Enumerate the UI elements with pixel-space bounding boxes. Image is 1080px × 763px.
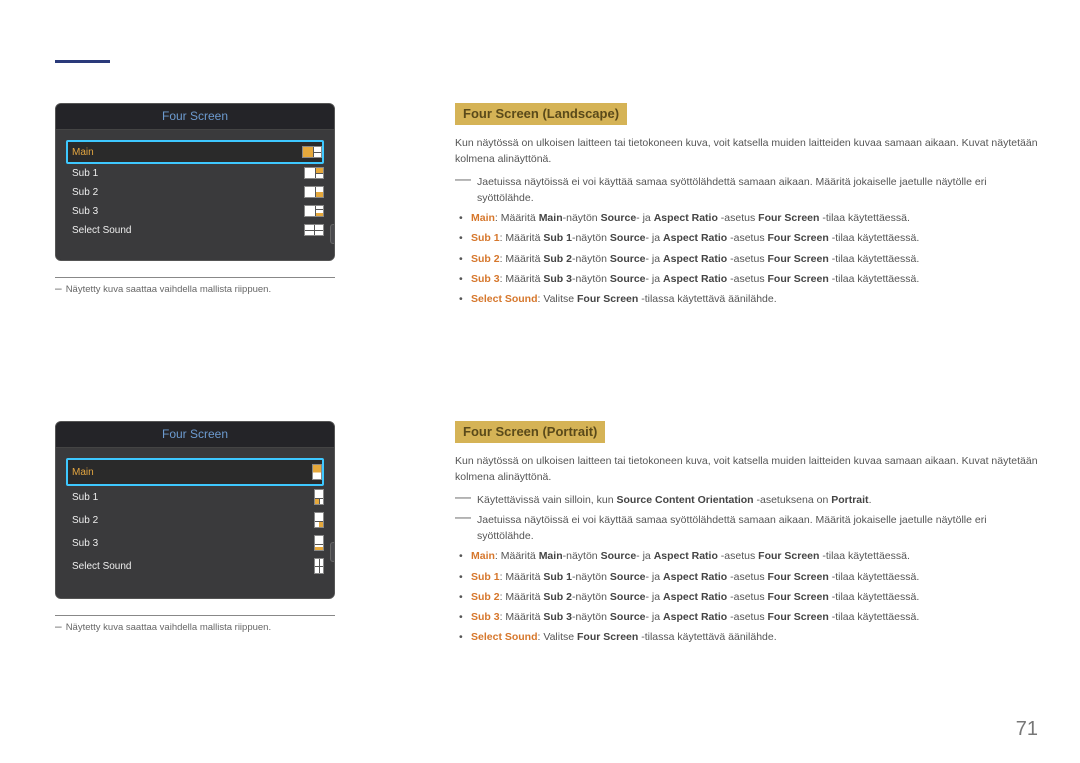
menu-label: Main: [72, 467, 302, 478]
note-dash-icon: ―: [455, 492, 471, 508]
section-heading-landscape: Four Screen (Landscape): [455, 103, 627, 125]
screenshot-caption: – Näytetty kuva saattaa vaihdella mallis…: [55, 284, 385, 296]
portrait-note: ― Jaetuissa näytöissä ei voi käyttää sam…: [455, 512, 1040, 545]
note-text: Jaetuissa näytöissä ei voi käyttää samaa…: [477, 512, 1040, 545]
menu-label: Main: [72, 147, 292, 158]
bullet-sub2: Sub 2: Määritä Sub 2-näytön Source- ja A…: [471, 251, 1040, 267]
bullet-main: Main: Määritä Main-näytön Source- ja Asp…: [471, 548, 1040, 564]
note-text: Käytettävissä vain silloin, kun Source C…: [477, 492, 871, 508]
screenshot-title: Four Screen: [56, 422, 334, 448]
section-heading-portrait: Four Screen (Portrait): [455, 421, 605, 443]
menu-label: Select Sound: [72, 225, 294, 236]
portrait-bullet-list: Main: Määritä Main-näytön Source- ja Asp…: [455, 548, 1040, 645]
screenshot-caption: – Näytetty kuva saattaa vaihdella mallis…: [55, 622, 385, 634]
note-dash-icon: ―: [455, 174, 471, 207]
menu-label: Sub 2: [72, 187, 294, 198]
menu-item-sub1[interactable]: Sub 1: [66, 486, 324, 509]
menu-item-select-sound[interactable]: Select Sound: [66, 555, 324, 578]
caption-dash: –: [55, 622, 62, 634]
bullet-sub3: Sub 3: Määritä Sub 3-näytön Source- ja A…: [471, 609, 1040, 625]
menu-item-sub3[interactable]: Sub 3: [66, 202, 324, 221]
screenshot-portrait: Four Screen Main Sub 1 Sub 2: [55, 421, 335, 599]
menu-item-sub1[interactable]: Sub 1: [66, 164, 324, 183]
bullet-select-sound: Select Sound: Valitse Four Screen -tilas…: [471, 629, 1040, 645]
menu-item-main[interactable]: Main: [66, 458, 324, 486]
screenshot-title: Four Screen: [56, 104, 334, 130]
portrait-intro: Kun näytössä on ulkoisen laitteen tai ti…: [455, 453, 1040, 486]
menu-label: Sub 1: [72, 492, 304, 503]
caption-divider: [55, 615, 335, 616]
caption-dash: –: [55, 284, 62, 296]
close-button[interactable]: Close: [330, 224, 335, 244]
layout-icon-sub1: [314, 489, 324, 505]
menu-label: Sub 3: [72, 538, 304, 549]
bullet-sub1: Sub 1: Määritä Sub 1-näytön Source- ja A…: [471, 569, 1040, 585]
page-number: 71: [1016, 718, 1038, 741]
note-text: Jaetuissa näytöissä ei voi käyttää samaa…: [477, 174, 1040, 207]
landscape-note: ― Jaetuissa näytöissä ei voi käyttää sam…: [455, 174, 1040, 207]
landscape-intro: Kun näytössä on ulkoisen laitteen tai ti…: [455, 135, 1040, 168]
menu-item-main[interactable]: Main: [66, 140, 324, 164]
layout-icon-main: [312, 464, 322, 480]
close-button[interactable]: Close: [330, 542, 335, 562]
layout-icon-ss: [304, 224, 324, 236]
layout-icon-sub3: [314, 535, 324, 551]
menu-item-sub2[interactable]: Sub 2: [66, 183, 324, 202]
header-rule: [55, 60, 110, 63]
menu-item-sub3[interactable]: Sub 3: [66, 532, 324, 555]
bullet-main: Main: Määritä Main-näytön Source- ja Asp…: [471, 210, 1040, 226]
caption-text: Näytetty kuva saattaa vaihdella mallista…: [66, 622, 271, 634]
layout-icon-sub1: [304, 167, 324, 179]
layout-icon-ss: [314, 558, 324, 574]
menu-label: Sub 3: [72, 206, 294, 217]
menu-label: Sub 1: [72, 168, 294, 179]
bullet-sub1: Sub 1: Määritä Sub 1-näytön Source- ja A…: [471, 230, 1040, 246]
menu-label: Sub 2: [72, 515, 304, 526]
caption-text: Näytetty kuva saattaa vaihdella mallista…: [66, 284, 271, 296]
bullet-select-sound: Select Sound: Valitse Four Screen -tilas…: [471, 291, 1040, 307]
bullet-sub2: Sub 2: Määritä Sub 2-näytön Source- ja A…: [471, 589, 1040, 605]
note-dash-icon: ―: [455, 512, 471, 545]
portrait-note-orientation: ― Käytettävissä vain silloin, kun Source…: [455, 492, 1040, 508]
menu-item-select-sound[interactable]: Select Sound: [66, 221, 324, 240]
layout-icon-sub2: [304, 186, 324, 198]
layout-icon-main: [302, 146, 322, 158]
menu-item-sub2[interactable]: Sub 2: [66, 509, 324, 532]
bullet-sub3: Sub 3: Määritä Sub 3-näytön Source- ja A…: [471, 271, 1040, 287]
layout-icon-sub3: [304, 205, 324, 217]
screenshot-landscape: Four Screen Main Sub 1 Sub 2: [55, 103, 335, 261]
landscape-bullet-list: Main: Määritä Main-näytön Source- ja Asp…: [455, 210, 1040, 307]
caption-divider: [55, 277, 335, 278]
layout-icon-sub2: [314, 512, 324, 528]
menu-label: Select Sound: [72, 561, 304, 572]
